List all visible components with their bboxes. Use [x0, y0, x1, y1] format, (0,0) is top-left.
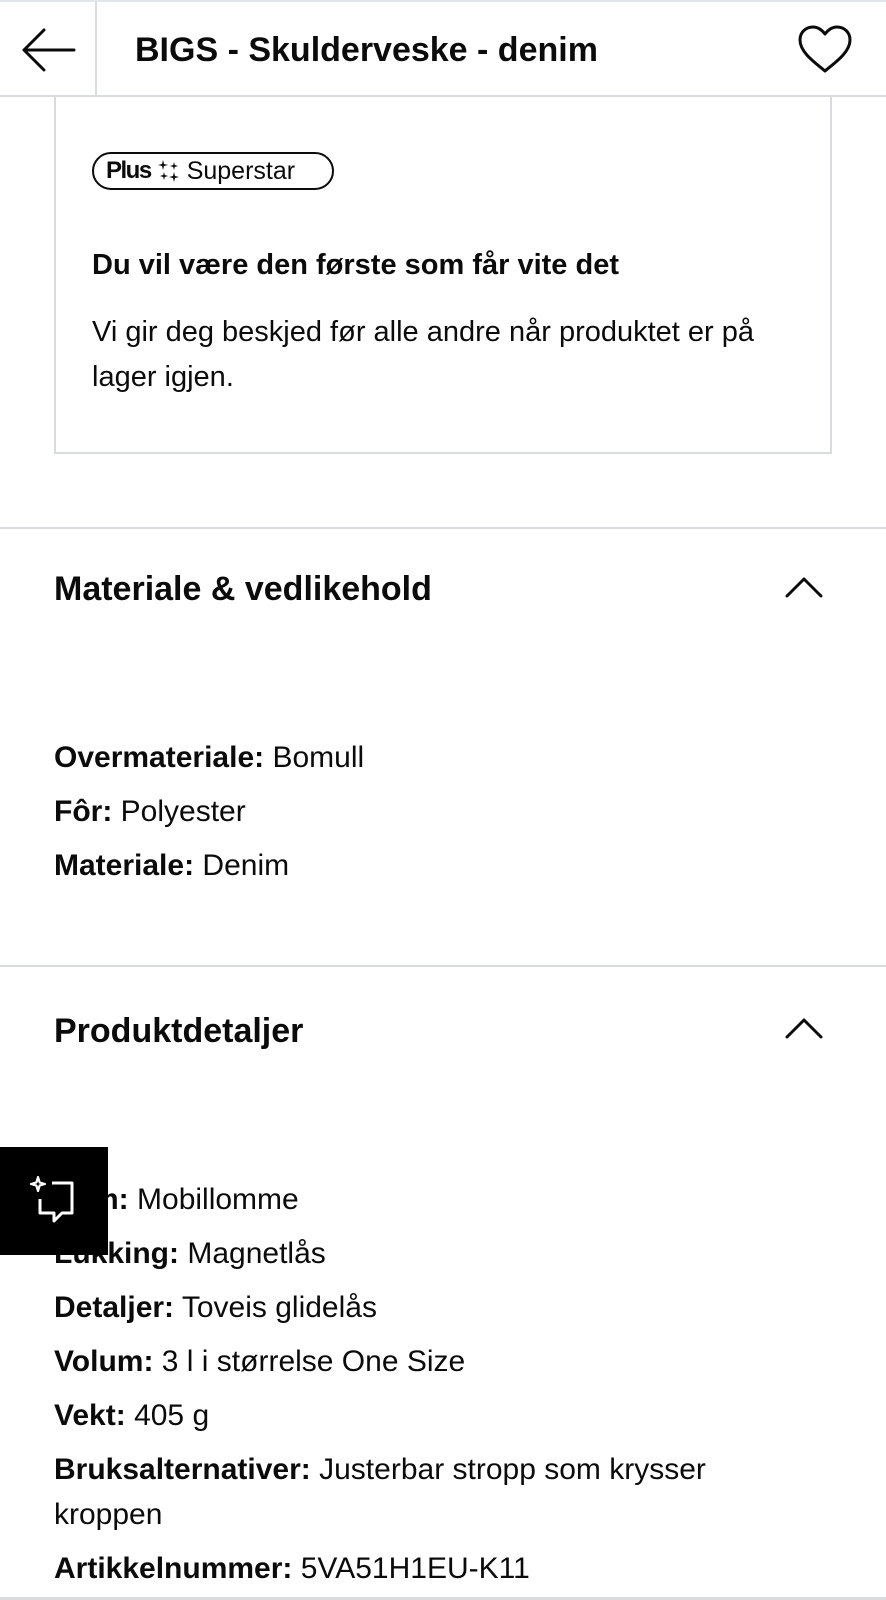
attribute-value: Denim — [202, 849, 290, 882]
attribute-label: Overmateriale: — [54, 741, 265, 774]
heart-icon — [798, 25, 852, 73]
top-bar: BIGS - Skulderveske - denim — [0, 0, 886, 97]
attribute-value: Magnetlås — [187, 1237, 326, 1270]
attribute-row: m: Mobillomme — [92, 1177, 299, 1222]
attribute-row: Materiale: Denim — [54, 843, 289, 888]
attribute-value-continued: kroppen — [54, 1498, 163, 1531]
attribute-value: 5VA51H1EU-K11 — [300, 1552, 530, 1585]
attribute-label: Detaljer: — [54, 1291, 175, 1324]
section-divider — [0, 965, 886, 967]
attribute-row: Overmateriale: Bomull — [54, 735, 364, 780]
ai-assistant-button[interactable] — [0, 1147, 108, 1255]
page-title: BIGS - Skulderveske - denim — [135, 31, 598, 69]
section-divider — [0, 527, 886, 529]
arrow-left-icon — [22, 28, 75, 71]
attribute-value: Bomull — [272, 741, 365, 774]
back-button[interactable] — [0, 2, 97, 97]
plus-notice-text: Vi gir deg beskjed før alle andre når pr… — [92, 316, 755, 393]
badge-superstar-label: Superstar — [186, 156, 296, 185]
attribute-value: 405 g — [134, 1399, 210, 1432]
attribute-label: Volum: — [54, 1345, 154, 1378]
attribute-row: Vekt: 405 g — [54, 1393, 209, 1438]
plus-superstar-badge: Plus Superstar — [92, 152, 334, 190]
attribute-value: Toveis glidelås — [181, 1291, 377, 1324]
attribute-row: Fôr: Polyester — [54, 789, 246, 834]
plus-notice-box: Plus Superstar Du vil være den første so… — [54, 97, 832, 454]
attribute-value: 3 l i størrelse One Size — [161, 1345, 466, 1378]
sparkle-icon — [157, 160, 179, 182]
section-title-material[interactable]: Materiale & vedlikehold — [54, 570, 432, 609]
ai-assistant-icon — [29, 1175, 74, 1223]
attribute-label: Materiale: — [54, 849, 195, 882]
favorite-button[interactable] — [795, 22, 855, 78]
attribute-label: Fôr: — [54, 795, 113, 828]
plus-notice-heading: Du vil være den første som får vite det — [92, 249, 619, 281]
attribute-label: Artikkelnummer: — [54, 1552, 293, 1585]
attribute-label: Bruksalternativer: — [54, 1453, 311, 1486]
attribute-row: Artikkelnummer: 5VA51H1EU-K11 — [54, 1546, 530, 1591]
chevron-up-icon[interactable] — [784, 575, 824, 599]
chevron-up-icon[interactable] — [784, 1016, 824, 1040]
attribute-value: Justerbar stropp som krysser — [319, 1453, 706, 1486]
section-title-product-details[interactable]: Produktdetaljer — [54, 1012, 303, 1051]
attribute-value: Mobillomme — [137, 1183, 299, 1216]
badge-plus-label: Plus — [106, 157, 152, 184]
attribute-label: Vekt: — [54, 1399, 126, 1432]
attribute-row: Detaljer: Toveis glidelås — [54, 1285, 377, 1330]
attribute-row: Volum: 3 l i størrelse One Size — [54, 1339, 465, 1384]
attribute-value: Polyester — [120, 795, 246, 828]
attribute-row: Bruksalternativer: Justerbar stropp som … — [54, 1447, 706, 1492]
